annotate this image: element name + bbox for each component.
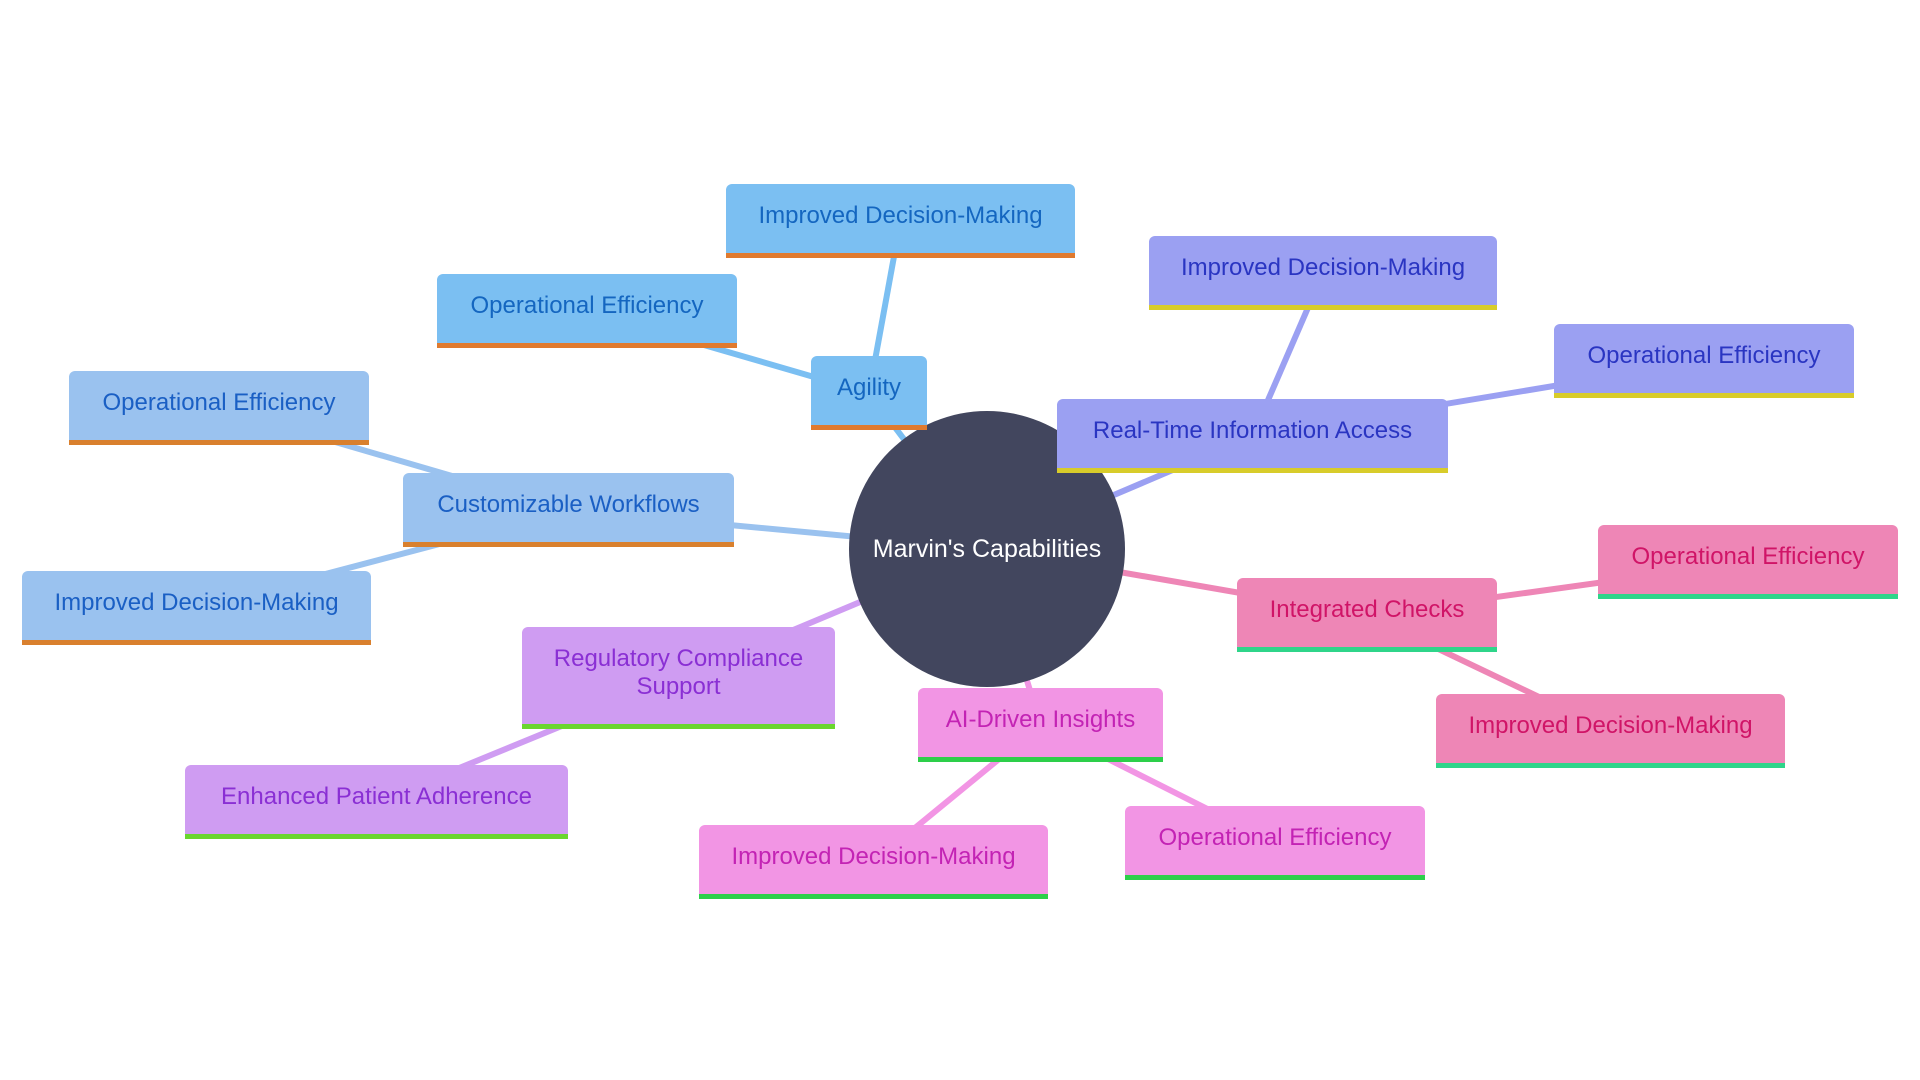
leaf-node-improved-decision-making[interactable]: Improved Decision-Making bbox=[699, 825, 1048, 899]
branch-node-customizable-workflows[interactable]: Customizable Workflows bbox=[403, 473, 734, 547]
leaf-node-improved-decision-making[interactable]: Improved Decision-Making bbox=[1436, 694, 1785, 768]
leaf-node-improved-decision-making[interactable]: Improved Decision-Making bbox=[1149, 236, 1497, 310]
node-label: Enhanced Patient Adherence bbox=[221, 783, 532, 810]
branch-node-integrated-checks[interactable]: Integrated Checks bbox=[1237, 578, 1497, 652]
root-label: Marvin's Capabilities bbox=[872, 534, 1102, 563]
leaf-node-operational-efficiency[interactable]: Operational Efficiency bbox=[437, 274, 737, 348]
branch-node-ai-driven-insights[interactable]: AI-Driven Insights bbox=[918, 688, 1163, 762]
node-label: Operational Efficiency bbox=[1587, 342, 1821, 369]
leaf-node-improved-decision-making[interactable]: Improved Decision-Making bbox=[22, 571, 371, 645]
node-label: Improved Decision-Making bbox=[1180, 254, 1466, 281]
branch-node-regulatory-compliance-support[interactable]: Regulatory Compliance Support bbox=[522, 627, 835, 729]
leaf-node-improved-decision-making[interactable]: Improved Decision-Making bbox=[726, 184, 1075, 258]
node-label: Operational Efficiency bbox=[1158, 824, 1392, 851]
node-label: Operational Efficiency bbox=[1631, 543, 1865, 570]
leaf-node-operational-efficiency[interactable]: Operational Efficiency bbox=[1554, 324, 1854, 398]
leaf-node-operational-efficiency[interactable]: Operational Efficiency bbox=[1598, 525, 1898, 599]
node-label: Improved Decision-Making bbox=[1468, 712, 1753, 739]
node-label: Agility bbox=[836, 374, 902, 401]
node-label: Regulatory Compliance Support bbox=[553, 645, 804, 700]
node-label: Improved Decision-Making bbox=[54, 589, 339, 616]
node-label: Customizable Workflows bbox=[437, 491, 700, 518]
leaf-node-enhanced-patient-adherence[interactable]: Enhanced Patient Adherence bbox=[185, 765, 568, 839]
node-label: Improved Decision-Making bbox=[731, 843, 1016, 870]
node-label: Real-Time Information Access bbox=[1092, 417, 1413, 444]
node-label: Operational Efficiency bbox=[102, 389, 336, 416]
node-label: AI-Driven Insights bbox=[945, 706, 1136, 733]
branch-node-real-time-information-access[interactable]: Real-Time Information Access bbox=[1057, 399, 1448, 473]
leaf-node-operational-efficiency[interactable]: Operational Efficiency bbox=[1125, 806, 1425, 880]
branch-node-agility[interactable]: Agility bbox=[811, 356, 927, 430]
node-label: Integrated Checks bbox=[1269, 596, 1465, 623]
leaf-node-operational-efficiency[interactable]: Operational Efficiency bbox=[69, 371, 369, 445]
node-label: Operational Efficiency bbox=[470, 292, 704, 319]
node-label: Improved Decision-Making bbox=[758, 202, 1043, 229]
